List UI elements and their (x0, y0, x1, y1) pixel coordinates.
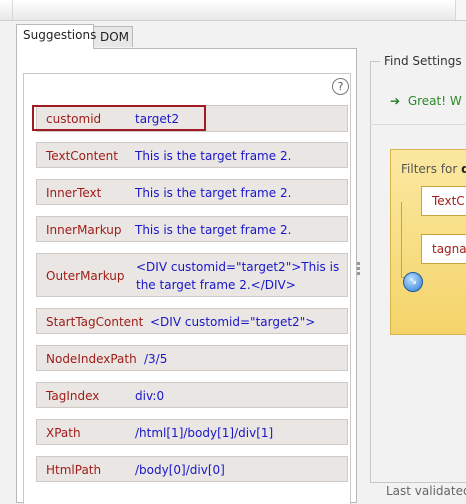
tab-dom[interactable]: DOM (93, 26, 133, 47)
row-value: <DIV customid="target2"> (150, 315, 316, 329)
suggestion-row-innermarkup[interactable]: InnerMarkup This is the target frame 2. (36, 216, 348, 242)
filters-label: Filters for di (401, 162, 466, 176)
suggestion-row-htmlpath[interactable]: HtmlPath /body[0]/div[0] (36, 456, 348, 482)
row-key: XPath (46, 426, 81, 440)
validation-message: ➔ Great! W (390, 94, 462, 108)
row-key: InnerText (46, 186, 102, 200)
toolbar-right-edge (455, 0, 466, 20)
row-key: OuterMarkup (46, 269, 125, 283)
selected-row-highlight (32, 105, 206, 131)
row-key: TagIndex (46, 389, 100, 403)
suggestion-row-starttagcontent[interactable]: StartTagContent <DIV customid="target2"> (36, 308, 348, 334)
filter-tree-lines (401, 202, 416, 278)
row-key: StartTagContent (46, 315, 144, 329)
row-value: This is the target frame 2. (135, 223, 292, 237)
last-validated-text: Last validated (386, 484, 466, 498)
suggestion-row-innertext[interactable]: InnerText This is the target frame 2. (36, 179, 348, 205)
great-text: Great! W (407, 94, 462, 108)
suggestions-list[interactable]: ? customid target2 TextContent This is t… (23, 73, 351, 504)
suggestion-row-tagindex[interactable]: TagIndex div:0 (36, 382, 348, 408)
row-value: div:0 (135, 389, 165, 403)
row-key: InnerMarkup (46, 223, 122, 237)
tab-suggestions[interactable]: Suggestions (16, 24, 96, 49)
filter-item-textcontent[interactable]: TextC (421, 186, 466, 216)
find-settings-label: Find Settings (380, 54, 466, 68)
suggestion-row-nodeindexpath[interactable]: NodeIndexPath /3/5 (36, 345, 348, 371)
row-value-line2: the target frame 2.</DIV> (136, 278, 296, 292)
suggestion-row-textcontent[interactable]: TextContent This is the target frame 2. (36, 142, 348, 168)
suggestions-tab-body: ? customid target2 TextContent This is t… (16, 48, 357, 504)
row-value: This is the target frame 2. (135, 186, 292, 200)
row-key: HtmlPath (46, 463, 102, 477)
row-value: /body[0]/div[0] (135, 463, 225, 477)
row-value: <DIV customid="target2">This is (136, 260, 340, 274)
arrow-right-icon: ➔ (390, 94, 401, 108)
row-value: /3/5 (144, 352, 168, 366)
filters-box: Filters for di TextC tagna ↘ (390, 149, 466, 335)
row-key: NodeIndexPath (46, 352, 137, 366)
panel-splitter-handle[interactable] (357, 262, 361, 280)
filter-item-tagname[interactable]: tagna (421, 234, 466, 264)
toolbar-left-edge (0, 0, 13, 20)
suggestion-row-xpath[interactable]: XPath /html[1]/body[1]/div[1] (36, 419, 348, 445)
suggestions-panel: Suggestions DOM ? customid target2 TextC… (16, 24, 357, 504)
add-filter-icon[interactable]: ↘ (403, 272, 423, 292)
row-value: /html[1]/body[1]/div[1] (135, 426, 274, 440)
find-settings-panel: Find Settings ➔ Great! W Filters for di … (370, 44, 466, 503)
divider (370, 124, 466, 125)
suggestion-row-outermarkup[interactable]: OuterMarkup <DIV customid="target2">This… (36, 253, 348, 297)
help-icon[interactable]: ? (332, 78, 349, 95)
row-value: This is the target frame 2. (135, 149, 292, 163)
row-key: TextContent (46, 149, 118, 163)
top-toolbar (0, 0, 466, 21)
